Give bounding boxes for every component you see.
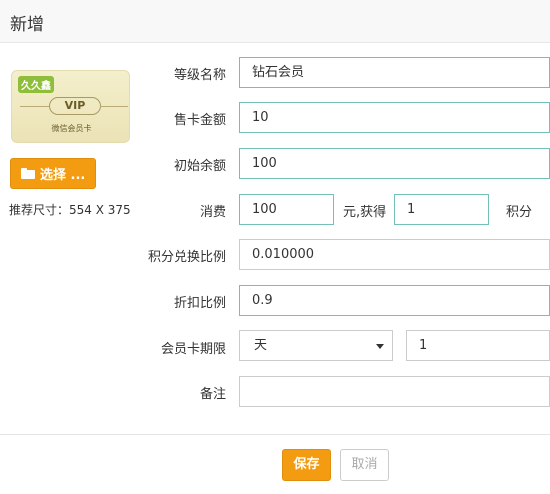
points-ratio-label: 积分兑换比例 — [147, 250, 226, 265]
card-vip-badge: VIP — [49, 97, 101, 115]
level-name-input[interactable]: 钻石会员 — [239, 57, 550, 88]
card-image-preview: 久久鑫 VIP 微信会员卡 — [11, 70, 130, 143]
validity-unit-value: 天 — [254, 338, 268, 353]
card-caption: 微信会员卡 — [51, 124, 92, 133]
level-name-label: 等级名称 — [173, 68, 226, 83]
dialog-header: 新增 — [0, 0, 550, 43]
points-ratio-input[interactable]: 0.010000 — [239, 239, 550, 270]
card-price-input[interactable]: 10 — [239, 102, 550, 133]
spend-middle-text: 元,获得 — [343, 205, 387, 220]
validity-label: 会员卡期限 — [160, 342, 226, 357]
dialog-title: 新增 — [10, 15, 44, 35]
validity-value-input[interactable]: 1 — [406, 330, 550, 361]
size-hint: 推荐尺寸：554 X 375 — [9, 203, 131, 217]
initial-balance-input[interactable]: 100 — [239, 148, 550, 179]
choose-image-button[interactable]: 选择 ... — [10, 158, 96, 189]
points-earned-input[interactable]: 1 — [394, 194, 489, 225]
card-ornament-right — [100, 106, 128, 107]
points-suffix-text: 积分 — [506, 205, 533, 220]
discount-label: 折扣比例 — [173, 296, 226, 311]
spend-amount-input[interactable]: 100 — [239, 194, 334, 225]
folder-open-icon — [21, 168, 35, 179]
card-ornament-left — [20, 106, 50, 107]
save-button[interactable]: 保存 — [282, 449, 331, 481]
choose-image-label: 选择 ... — [40, 168, 86, 183]
spend-label: 消费 — [199, 205, 226, 220]
cancel-button[interactable]: 取消 — [340, 449, 389, 481]
card-price-label: 售卡金额 — [173, 113, 226, 128]
card-logo: 久久鑫 — [18, 76, 54, 93]
remark-input[interactable] — [239, 376, 550, 407]
chevron-down-icon — [376, 344, 384, 349]
initial-balance-label: 初始余额 — [173, 159, 226, 174]
discount-input[interactable]: 0.9 — [239, 285, 550, 316]
remark-label: 备注 — [199, 387, 226, 402]
validity-unit-select[interactable]: 天 — [239, 330, 393, 361]
footer-divider — [0, 434, 550, 435]
